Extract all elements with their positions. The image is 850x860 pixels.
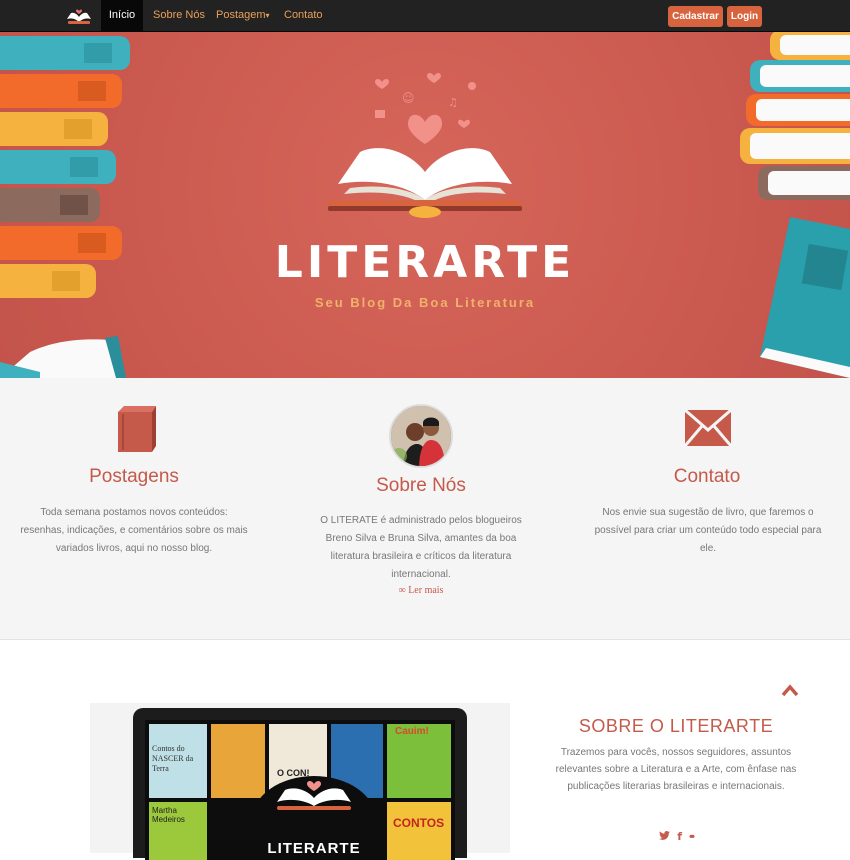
read-more-link[interactable]: ∞ Ler mais [301, 585, 541, 596]
nav-inicio[interactable]: Início [101, 0, 143, 32]
nav-postagem-label: Postagem [216, 9, 266, 21]
feature-sobre-nos-text: O LITERATE é administrado pelos blogueir… [320, 515, 522, 580]
chevron-down-icon: ▾ [265, 11, 270, 20]
infinity-icon: ∞ [398, 585, 406, 596]
svg-text:♫: ♫ [448, 96, 458, 109]
navbar: Início Sobre Nós Postagem▾ Contato Cadas… [0, 0, 850, 32]
poster-contos-label: CONTOS [393, 816, 445, 830]
nav-postagem-dropdown[interactable]: Postagem▾ [216, 0, 270, 32]
screen-logo-text: LITERARTE [267, 840, 361, 857]
laptop-mockup: Contos do NASCER da Terra O CON! Cauim! … [133, 708, 467, 860]
hero-subtitle: Seu Blog Da Boa Literatura [314, 295, 536, 310]
poster-martha-label: Martha Medeiros [152, 806, 185, 824]
about-section: Contos do NASCER da Terra O CON! Cauim! … [0, 640, 850, 860]
social-links: f •• [548, 830, 804, 843]
feature-contato-title: Contato [673, 466, 741, 487]
feature-postagens-text: Toda semana postamos novos conteúdos: re… [20, 507, 248, 554]
nav-sobre-nos[interactable]: Sobre Nós [153, 0, 205, 32]
poster-contos-nascer: Contos do NASCER da Terra [149, 724, 207, 798]
hero-title: LITERARTE [274, 237, 576, 288]
book-icon [118, 406, 156, 452]
hero-banner: ☺ ♫ LITERARTE Seu Blog Da Boa Literatura [0, 32, 850, 378]
laptop-screen: Contos do NASCER da Terra O CON! Cauim! … [145, 720, 455, 860]
avatar [389, 404, 453, 468]
open-book-logo-icon: ☺ ♫ [328, 73, 522, 218]
brand-logo-icon[interactable] [65, 6, 93, 26]
feature-contato-text: Nos envie sua sugestão de livro, que far… [594, 507, 822, 554]
login-button[interactable]: Login [727, 6, 762, 27]
feature-sobre-nos-title: Sobre Nós [376, 475, 466, 496]
twitter-icon[interactable] [659, 831, 673, 843]
flickr-icon[interactable]: •• [689, 831, 695, 843]
about-text: Trazemos para vocês, nossos seguidores, … [555, 747, 797, 792]
read-more-label: Ler mais [408, 585, 444, 596]
facebook-icon[interactable]: f [677, 830, 682, 843]
poster-contos-nascer-label: Contos do NASCER da Terra [152, 744, 194, 773]
about-title: SOBRE O LITERARTE [578, 716, 774, 736]
scroll-top-chevron-up-icon[interactable] [780, 682, 800, 698]
envelope-icon [685, 410, 731, 446]
feature-postagens-title: Postagens [89, 466, 179, 487]
register-button[interactable]: Cadastrar [668, 6, 723, 27]
svg-text:☺: ☺ [402, 91, 415, 105]
nav-contato[interactable]: Contato [284, 0, 323, 32]
poster-cauim-label: Cauim! [395, 726, 429, 737]
features-section: Postagens Toda semana postamos novos con… [0, 378, 850, 640]
